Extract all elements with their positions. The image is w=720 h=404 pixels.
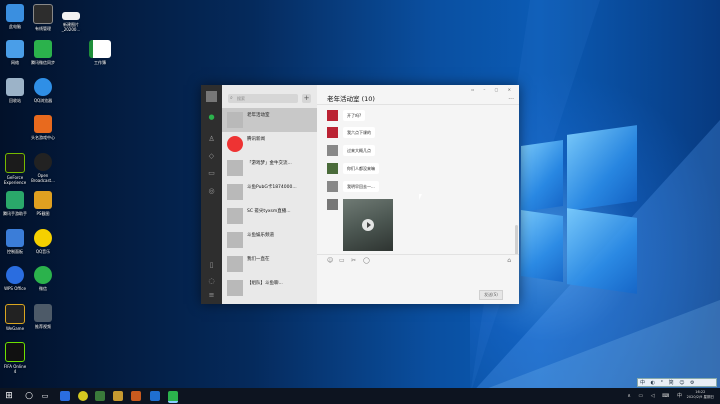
clock[interactable]: 16:22 2020/2/9 星期日 <box>687 390 714 400</box>
avatar <box>227 256 243 272</box>
conversation-item[interactable]: 【组队】斗鱼聊... <box>222 276 317 300</box>
globe-icon <box>6 40 24 58</box>
avatar <box>227 136 243 152</box>
avatar[interactable] <box>327 127 338 138</box>
desktop-icon-qq-music[interactable]: QQ音乐 <box>26 229 60 254</box>
wechat-icon <box>34 266 52 284</box>
desktop-icon-qq-browser[interactable]: QQ浏览器 <box>26 78 60 103</box>
wechat-taskbar-icon[interactable] <box>168 391 178 403</box>
folder-icon[interactable]: ▭ <box>339 257 345 264</box>
conversation-item[interactable]: 斗鱼PubG卡1874000... <box>222 180 317 204</box>
desktop-icon-ps-screenshot[interactable]: PS截图 <box>26 191 60 216</box>
excel-file-icon <box>89 40 111 58</box>
taskbar-app-icon[interactable] <box>113 391 123 401</box>
scissors-icon[interactable]: ✂ <box>351 257 356 264</box>
qq-browser-icon <box>34 78 52 96</box>
search-icon: ⌕ <box>230 95 233 101</box>
chat-nav-icon[interactable]: ● <box>207 113 216 122</box>
avatar[interactable] <box>206 91 217 102</box>
phone-nav-icon[interactable]: ▯ <box>207 261 216 270</box>
edge-icon[interactable] <box>60 391 70 401</box>
avatar[interactable] <box>327 145 338 156</box>
scrollbar[interactable] <box>515 225 518 255</box>
image-file-icon <box>62 12 80 20</box>
conversation-item[interactable]: 「游戏梦」金牛交流... <box>222 156 317 180</box>
chat-title: 老年活动室 (10) <box>327 95 375 103</box>
desktop-icon-fifa[interactable]: FIFA Online 4 <box>0 342 32 374</box>
taskbar-app-icon[interactable] <box>78 391 88 401</box>
avatar <box>227 160 243 176</box>
wps-icon <box>6 266 24 284</box>
game-center-icon <box>34 115 52 133</box>
window-controls[interactable]: ▫ – ▢ ✕ <box>471 87 515 92</box>
ime-toolbar[interactable]: 中 ◐ ° 简 ☺ ⚙ <box>637 378 717 387</box>
desktop-icon-obs[interactable]: Open Broadcast... <box>26 153 60 183</box>
avatar[interactable] <box>327 199 338 210</box>
desktop-icon-image-file[interactable]: 新建图片 _20200... <box>54 6 88 32</box>
computer-icon <box>6 4 24 22</box>
mouse-cursor <box>419 194 422 200</box>
taskbar: ⊞ ○ ▭ ∧ ▭ ◁ ⌨ 中 16:22 2020/2/9 星期日 <box>0 388 720 404</box>
files-nav-icon[interactable]: ▭ <box>207 169 216 178</box>
taskbar-app-icon[interactable] <box>150 391 160 401</box>
desktop-icon-wechat-sync[interactable]: 腾讯微信同步 <box>26 40 60 65</box>
desktop-icon-wechat[interactable]: 微信 <box>26 266 60 291</box>
search-icon[interactable]: ○ <box>24 391 34 401</box>
video-message[interactable] <box>343 199 393 251</box>
send-button[interactable]: 发送(S) <box>479 290 503 300</box>
fifa-icon <box>5 342 25 362</box>
input-toolbar: ☺ ▭ ✂ ◯ ⌂ <box>317 254 519 267</box>
conversation-item[interactable]: 腾讯新闻 <box>222 132 317 156</box>
conversation-item[interactable]: SC 搓尖tyxsm直播... <box>222 204 317 228</box>
taskbar-app-icon[interactable] <box>95 391 105 401</box>
search-input[interactable]: ⌕ 搜索 <box>228 94 298 103</box>
avatar <box>227 280 243 296</box>
conversation-item[interactable]: 我们一直在 <box>222 252 317 276</box>
desktop-icon-workbook[interactable]: 工作簿 <box>83 40 117 65</box>
conversation-list: ⌕ 搜索 + 老年活动室 腾讯新闻 「游戏梦」金牛交流... 斗鱼PubG卡18… <box>222 85 317 304</box>
control-panel-icon <box>6 229 24 247</box>
conversation-item[interactable]: 老年活动室 <box>222 108 317 132</box>
smile-icon[interactable]: ☺ <box>327 257 333 264</box>
wechat-window: ● ♙ ◇ ▭ ◎ ▯ ◌ ≡ ⌕ 搜索 + 老年活动室 腾讯新闻 「游戏梦」金… <box>201 85 519 304</box>
recycle-bin-icon <box>6 78 24 96</box>
chat-icon[interactable]: ◯ <box>363 257 370 264</box>
play-icon[interactable] <box>362 219 374 231</box>
taskbar-app-icon[interactable] <box>131 391 141 401</box>
desktop-icon-game-center[interactable]: 头名游戏中心 <box>26 115 60 140</box>
video-app-icon <box>34 304 52 322</box>
add-chat-button[interactable]: + <box>302 94 311 103</box>
chat-panel: ▫ – ▢ ✕ 老年活动室 (10) ··· 开了吗? 我六点下课的 过来大概几… <box>317 85 519 304</box>
favorites-nav-icon[interactable]: ◇ <box>207 152 216 161</box>
moments-nav-icon[interactable]: ◎ <box>207 187 216 196</box>
screenshot-app-icon <box>34 191 52 209</box>
avatar[interactable] <box>327 110 338 121</box>
avatar[interactable] <box>327 163 338 174</box>
avatar <box>227 232 243 248</box>
start-button[interactable]: ⊞ <box>4 391 14 401</box>
qq-music-icon <box>34 229 52 247</box>
geforce-icon <box>5 153 25 173</box>
wechat-sync-icon <box>34 40 52 58</box>
system-tray[interactable]: ∧ ▭ ◁ ⌨ 中 <box>627 392 685 399</box>
wechat-sidebar: ● ♙ ◇ ▭ ◎ ▯ ◌ ≡ <box>201 85 222 304</box>
history-icon[interactable]: ⌂ <box>507 257 511 264</box>
avatar[interactable] <box>327 181 338 192</box>
more-icon[interactable]: ··· <box>508 96 514 103</box>
wegame-icon <box>5 304 25 324</box>
conversation-item[interactable]: 斗鱼娱乐频道 <box>222 228 317 252</box>
mobile-assistant-icon <box>6 191 24 209</box>
desktop-icon-recommended-video[interactable]: 推荐视频 <box>26 304 60 329</box>
task-view-icon[interactable]: ▭ <box>40 391 50 401</box>
contacts-nav-icon[interactable]: ♙ <box>207 135 216 144</box>
obs-icon <box>34 153 52 171</box>
mini-program-nav-icon[interactable]: ◌ <box>207 277 216 286</box>
avatar <box>227 112 243 128</box>
menu-icon[interactable]: ≡ <box>207 291 216 300</box>
avatar <box>227 184 243 200</box>
network-app-icon <box>33 4 53 24</box>
avatar <box>227 208 243 224</box>
message-area: 开了吗? 我六点下课的 过来大概几点 你们人都没来嘛 我明早回去一... <box>317 104 519 255</box>
